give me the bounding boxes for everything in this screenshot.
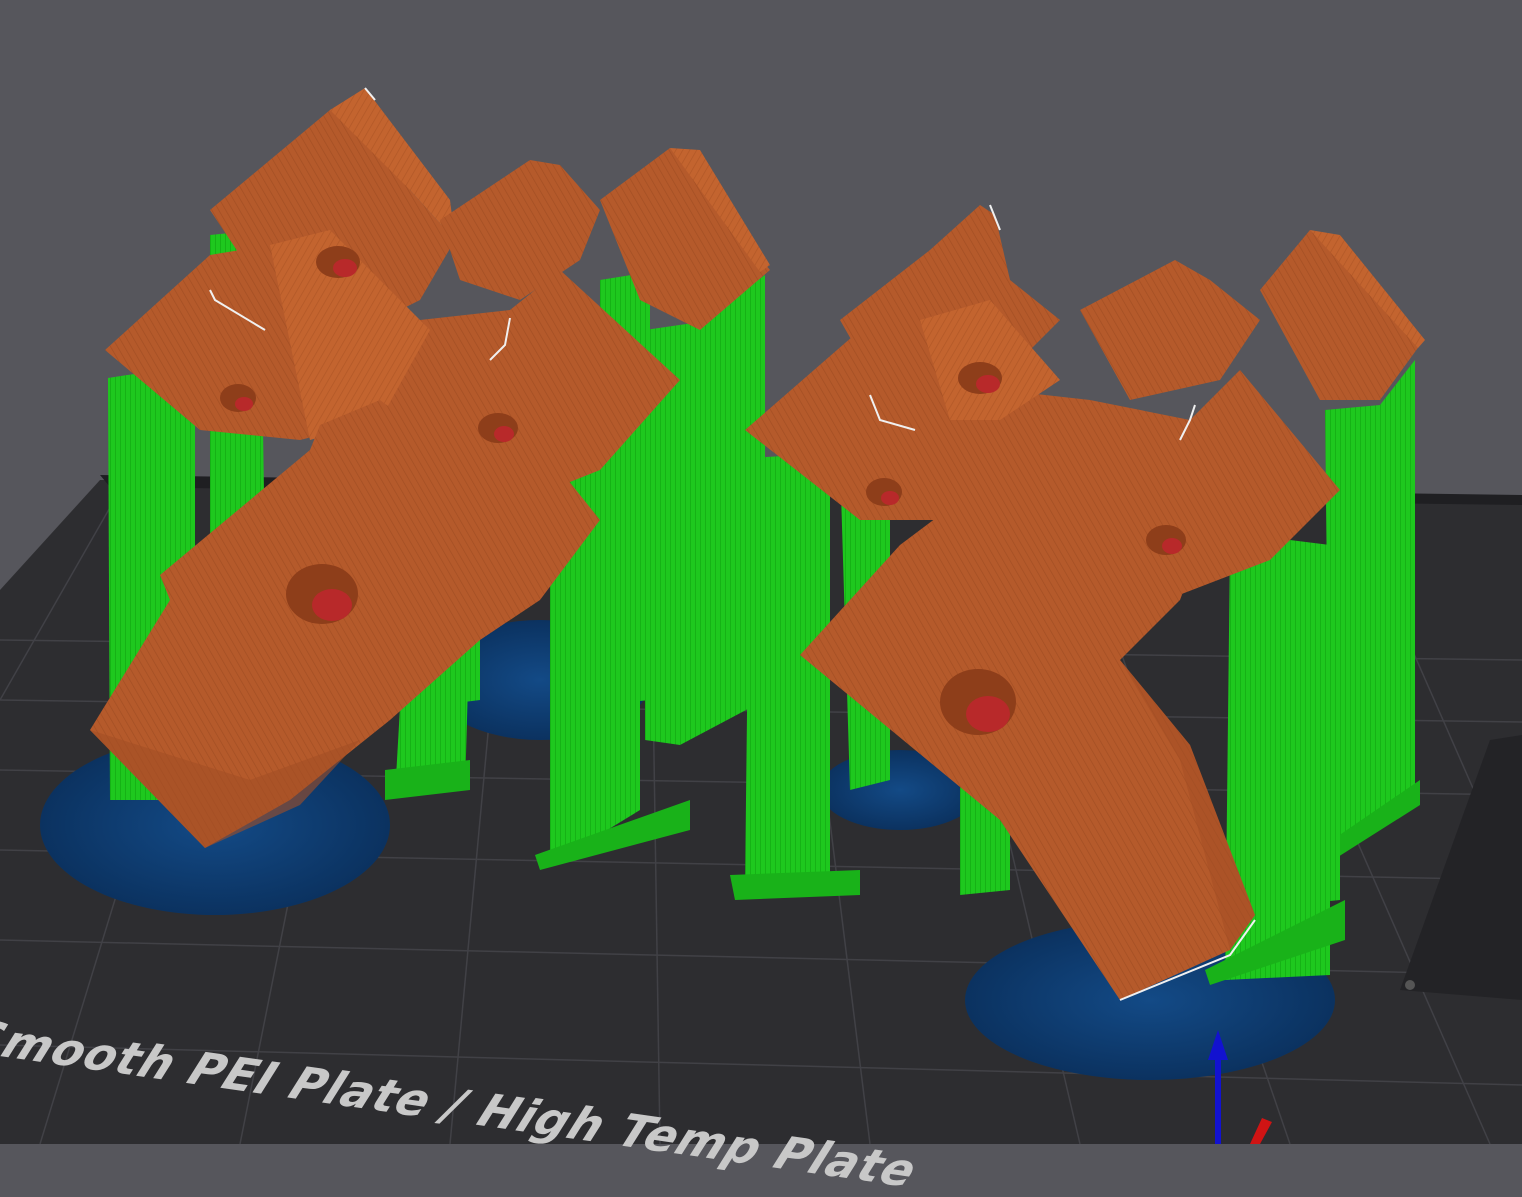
3d-viewport[interactable]: Smooth PEI Plate / High Temp Plate <box>0 0 1522 1197</box>
bed-corner-marker-icon <box>1405 980 1415 990</box>
scene-canvas[interactable] <box>0 0 1522 1144</box>
